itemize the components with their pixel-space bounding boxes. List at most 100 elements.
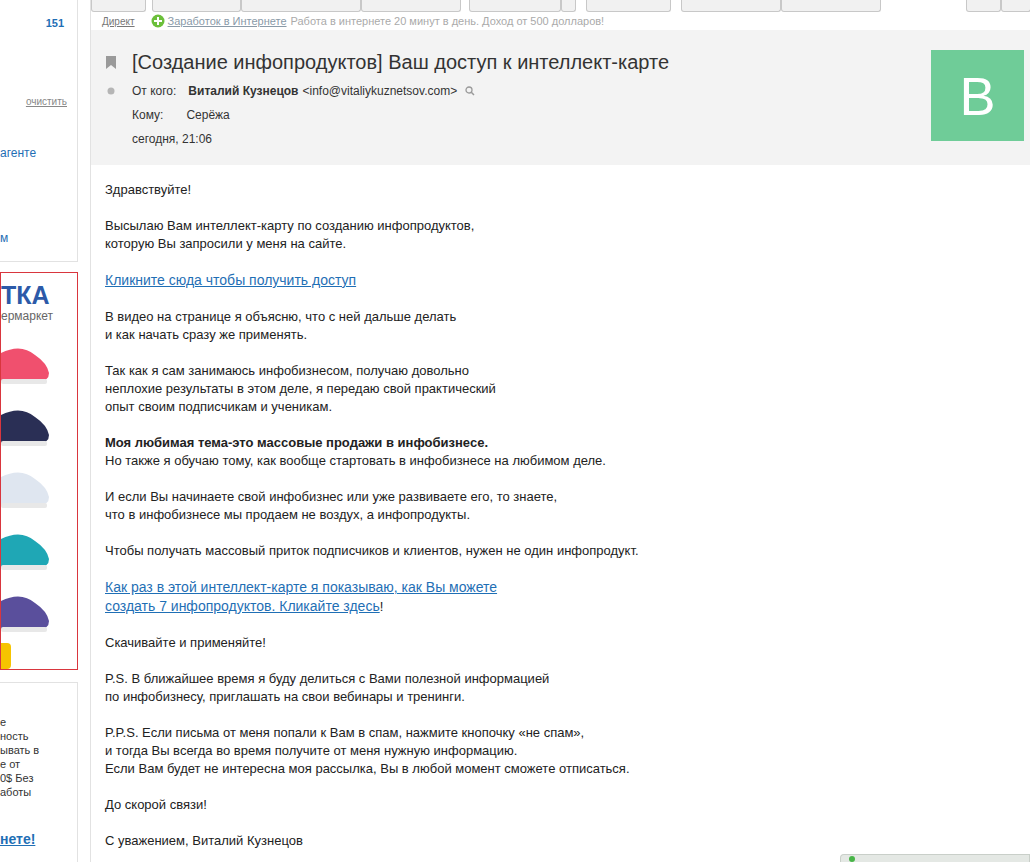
body-text: И если Вы начинаете свой инфобизнес или … xyxy=(105,489,557,504)
body-line: и тогда Вы всегда во время получите от м… xyxy=(105,742,1030,760)
body-paragraph: P.P.S. Если письма от меня попали к Вам … xyxy=(105,724,1030,778)
body-text: Но также я обучаю тому, как вообще старт… xyxy=(105,453,606,468)
body-text: Если Вам будет не интересна моя рассылка… xyxy=(105,761,630,776)
body-paragraph: Так как я сам занимаюсь инфобизнесом, по… xyxy=(105,362,1030,416)
sidebar: 151очиститьагентемТКАермаркетеностьывать… xyxy=(0,0,78,862)
body-paragraph: Высылаю Вам интеллект-карту по созданию … xyxy=(105,217,1030,253)
sidebar-link[interactable]: м xyxy=(0,231,77,245)
ad-text: Работа в интернете 20 минут в день. Дохо… xyxy=(291,13,605,30)
clear-link[interactable]: очистить xyxy=(0,95,77,109)
agent-link[interactable]: агенте xyxy=(0,146,77,160)
unread-count[interactable]: 151 xyxy=(0,16,77,30)
body-paragraph: Как раз в этой интеллект-карте я показыв… xyxy=(105,578,1030,616)
body-line: Моя любимая тема-это массовые продажи в … xyxy=(105,434,1030,452)
body-line: и как начать сразу же применять. xyxy=(105,326,1030,344)
toolbar-button[interactable] xyxy=(361,0,461,12)
shoe-image-icon xyxy=(1,583,51,635)
body-line: Если Вам будет не интересна моя рассылка… xyxy=(105,760,1030,778)
toolbar-button[interactable] xyxy=(781,0,881,12)
promo-text: ность xyxy=(0,729,77,743)
toolbar-button[interactable] xyxy=(681,0,781,12)
ad-button[interactable] xyxy=(1,643,11,669)
ad-banner[interactable]: ТКАермаркет xyxy=(0,272,78,670)
body-line: Как раз в этой интеллект-карте я показыв… xyxy=(105,578,1030,597)
toolbar-button[interactable] xyxy=(152,0,241,12)
body-line: по инфобизнесу, приглашать на свои вебин… xyxy=(105,688,1030,706)
toolbar-button[interactable] xyxy=(241,0,361,12)
body-text: Здравствуйте! xyxy=(105,182,191,197)
body-text: что в инфобизнесе мы продаем не воздух, … xyxy=(105,507,470,522)
body-paragraph: В видео на странице я объясню, что с ней… xyxy=(105,308,1030,344)
promo-text: ывать в xyxy=(0,743,77,757)
body-line: Но также я обучаю тому, как вообще старт… xyxy=(105,452,1030,470)
toolbar-button[interactable] xyxy=(91,0,146,12)
body-text: Высылаю Вам интеллект-карту по созданию … xyxy=(105,218,474,233)
promo-text: аботы xyxy=(0,785,77,799)
body-paragraph: Моя любимая тема-это массовые продажи в … xyxy=(105,434,1030,470)
body-text: P.P.S. Если письма от меня попали к Вам … xyxy=(105,725,584,740)
message-date: сегодня, 21:06 xyxy=(91,130,931,148)
shoe-image-icon xyxy=(1,397,51,449)
toolbar-button[interactable] xyxy=(561,0,576,12)
body-text: Так как я сам занимаюсь инфобизнесом, по… xyxy=(105,363,469,378)
ad-logo: ТКА xyxy=(1,281,77,309)
body-text: Скачивайте и применяйте! xyxy=(105,635,266,650)
body-line: Так как я сам занимаюсь инфобизнесом, по… xyxy=(105,362,1030,380)
toolbar-button[interactable] xyxy=(469,0,561,12)
mail-window: 151очиститьагентемТКАермаркетеностьывать… xyxy=(0,0,1030,862)
from-name[interactable]: Виталий Кузнецов xyxy=(188,82,298,100)
body-paragraph: И если Вы начинаете свой инфобизнес или … xyxy=(105,488,1030,524)
to-label: Кому: xyxy=(132,106,163,124)
ad-label[interactable]: Директ xyxy=(102,14,135,29)
body-line: что в инфобизнесе мы продаем не воздух, … xyxy=(105,506,1030,524)
promo-panel: еностьывать ве от0$ Безаботынете! xyxy=(0,682,78,862)
body-link[interactable]: Кликните сюда чтобы получить доступ xyxy=(105,272,356,288)
folder-panel: 151 очистить агенте м xyxy=(0,0,78,262)
from-email[interactable]: <info@vitaliykuznetsov.com> xyxy=(302,82,457,100)
bookmark-icon[interactable] xyxy=(105,55,117,70)
body-text: В видео на странице я объясню, что с ней… xyxy=(105,309,456,324)
body-paragraph: Здравствуйте! xyxy=(105,181,1030,199)
body-line: Кликните сюда чтобы получить доступ xyxy=(105,271,1030,290)
body-text: которую Вы запросили у меня на сайте. xyxy=(105,236,346,251)
body-line: С уважением, Виталий Кузнецов xyxy=(105,832,1030,850)
body-text: Чтобы получать массовый приток подписчик… xyxy=(105,543,639,558)
body-line: P.S. В ближайшее время я буду делиться с… xyxy=(105,670,1030,688)
body-line: Здравствуйте! xyxy=(105,181,1030,199)
body-line: которую Вы запросили у меня на сайте. xyxy=(105,235,1030,253)
body-paragraph: С уважением, Виталий Кузнецов xyxy=(105,832,1030,850)
ad-subtitle: ермаркет xyxy=(1,309,77,323)
body-line: До скорой связи! xyxy=(105,796,1030,814)
shoe-image-icon xyxy=(1,459,51,511)
body-line: опыт своим подписчикам и ученикам. xyxy=(105,398,1030,416)
body-text: С уважением, Виталий Кузнецов xyxy=(105,833,303,848)
body-link[interactable]: создать 7 инфопродуктов. Кликайте здесь xyxy=(105,598,380,614)
body-line: Чтобы получать массовый приток подписчик… xyxy=(105,542,1030,560)
message-pane: Директ Заработок в ИнтернетеРабота в инте… xyxy=(90,0,1030,862)
message-subject: [Создание инфопродуктов] Ваш доступ к ин… xyxy=(132,50,669,74)
ad-link[interactable]: Заработок в Интернете xyxy=(168,13,287,30)
promo-link[interactable]: нете! xyxy=(0,831,77,847)
toolbar-button[interactable] xyxy=(966,0,1001,12)
shoe-image-icon xyxy=(1,521,51,573)
body-line: P.P.S. Если письма от меня попали к Вам … xyxy=(105,724,1030,742)
toolbar xyxy=(91,0,1030,12)
body-text: и как начать сразу же применять. xyxy=(105,327,307,342)
agent-widget[interactable] xyxy=(840,854,1030,862)
body-line: Скачивайте и применяйте! xyxy=(105,634,1030,652)
toolbar-button[interactable] xyxy=(1001,0,1030,12)
body-bold-text: Моя любимая тема-это массовые продажи в … xyxy=(105,435,488,450)
body-link[interactable]: Как раз в этой интеллект-карте я показыв… xyxy=(105,579,497,595)
body-line: Высылаю Вам интеллект-карту по созданию … xyxy=(105,217,1030,235)
shoe-image-icon xyxy=(1,335,51,387)
body-text: опыт своим подписчикам и ученикам. xyxy=(105,399,332,414)
toolbar-button[interactable] xyxy=(586,0,671,12)
status-dot-icon xyxy=(107,87,115,95)
body-paragraph: P.S. В ближайшее время я буду делиться с… xyxy=(105,670,1030,706)
search-icon[interactable] xyxy=(465,86,475,96)
body-paragraph: Скачивайте и применяйте! xyxy=(105,634,1030,652)
promo-text: 0$ Без xyxy=(0,771,77,785)
to-name: Серёжа xyxy=(186,106,229,124)
agent-status-icon xyxy=(849,856,855,862)
message-body: Здравствуйте! Высылаю Вам интеллект-карту… xyxy=(91,165,1030,850)
